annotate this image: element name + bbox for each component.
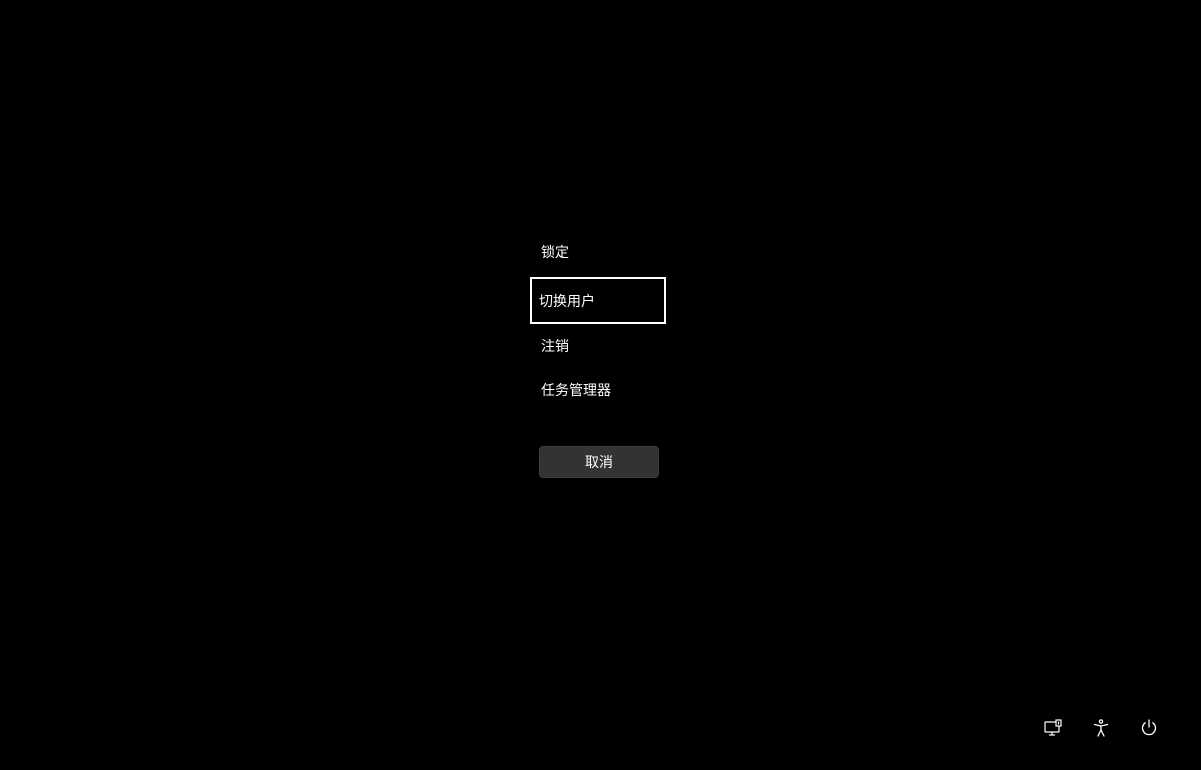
sign-out-option[interactable]: 注销 [530,324,666,368]
security-options-menu: 锁定 切换用户 注销 任务管理器 [530,230,666,412]
secure-attention-screen: 锁定 切换用户 注销 任务管理器 取消 [0,0,1201,770]
accessibility-icon [1091,718,1111,738]
task-manager-option[interactable]: 任务管理器 [530,368,666,412]
network-button[interactable] [1037,712,1069,744]
power-button[interactable] [1133,712,1165,744]
network-icon [1043,718,1063,738]
power-icon [1139,718,1159,738]
accessibility-button[interactable] [1085,712,1117,744]
lock-option[interactable]: 锁定 [530,230,666,274]
cancel-button[interactable]: 取消 [539,446,659,478]
switch-user-option[interactable]: 切换用户 [530,277,666,324]
